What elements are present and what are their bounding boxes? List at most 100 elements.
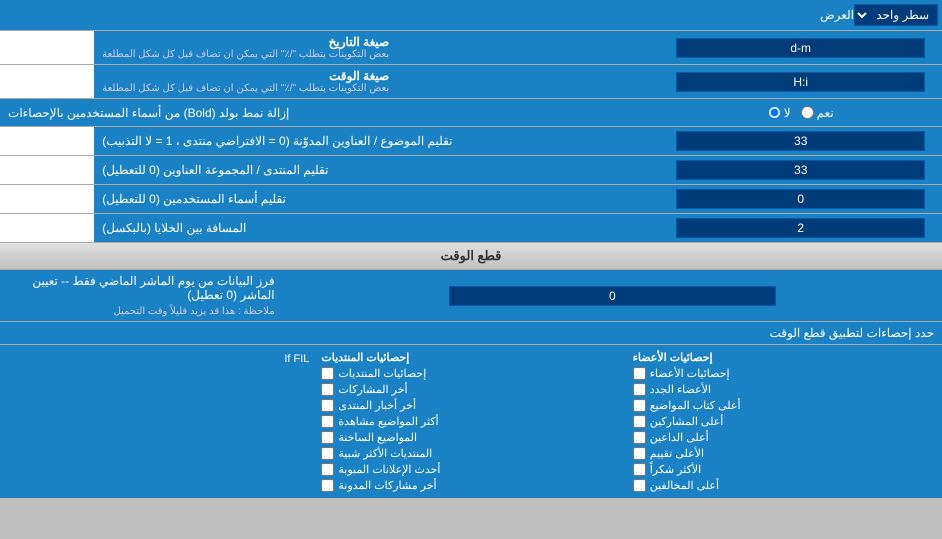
checkbox-item-top-posters[interactable]: أعلى كتاب المواضيع (633, 399, 932, 412)
checkbox-item-latest-classifieds[interactable]: أحدث الإعلانات المبوبة (321, 463, 620, 476)
checkbox-item-new-members[interactable]: الأعضاء الجدد (633, 383, 932, 396)
forum-titles-label: تقليم المنتدى / المجموعة العناوين (0 للت… (94, 156, 659, 184)
time-format-label-sub: بعض التكوينات يتطلب "/٪" التي يمكن ان تض… (102, 83, 389, 94)
top-bar: سطر واحد سطران ثلاثة أسطر العرض (0, 0, 942, 31)
checkbox-item-header-members: إحصائيات الأعضاء (633, 351, 932, 364)
time-format-label-cell: صيغة الوقت بعض التكوينات يتطلب "/٪" التي… (94, 65, 659, 98)
checkbox-item-most-similar[interactable]: المنتديات الأكثر شبية (321, 447, 620, 460)
if-fil-text: If FIL (10, 353, 309, 365)
date-format-label-main: صيغة التاريخ (102, 35, 389, 49)
checkbox-new-members[interactable] (633, 383, 646, 396)
cell-spacing-row: المسافة بين الخلايا (بالبكسل) (0, 214, 942, 243)
radio-no-input[interactable] (768, 106, 781, 119)
radio-option-yes[interactable]: نعم (801, 106, 834, 120)
fetch-main-text: فرز البيانات من يوم الماشر الماضي فقط --… (8, 274, 275, 302)
checkbox-label-last-posts: أخر المشاركات (338, 383, 407, 396)
checkbox-label-new-members: الأعضاء الجدد (650, 383, 711, 396)
forum-titles-input[interactable] (676, 160, 925, 180)
checkbox-most-thanked[interactable] (633, 463, 646, 476)
checkbox-forums-stats[interactable] (321, 367, 334, 380)
checkbox-item-header-forums: إحصائيات المنتديات (321, 351, 620, 364)
topic-titles-label: تقليم الموضوع / العناوين المدوّنة (0 = ا… (94, 127, 659, 155)
stats-header-row: حدد إحصاءات لتطبيق قطع الوقت (0, 322, 942, 345)
checkbox-item-forums-stats[interactable]: إحصائيات المنتديات (321, 367, 620, 380)
checkbox-col-members: إحصائيات الأعضاء إحصائيات الأعضاء الأعضا… (627, 349, 938, 494)
topic-titles-input-cell (659, 127, 942, 155)
user-names-input-cell (659, 185, 942, 213)
display-label: العرض (820, 8, 854, 22)
date-format-row: d-m صيغة التاريخ بعض التكوينات يتطلب "/٪… (0, 31, 942, 65)
display-select[interactable]: سطر واحد سطران ثلاثة أسطر (854, 4, 938, 26)
fetch-row: فرز البيانات من يوم الماشر الماضي فقط --… (0, 270, 942, 322)
checkbox-top-violators[interactable] (633, 479, 646, 492)
fetch-label-cell: فرز البيانات من يوم الماشر الماضي فقط --… (0, 270, 283, 321)
fetch-sub-text: ملاحظة : هذا قد يزيد قليلاً وقت التحميل (113, 306, 274, 317)
fetch-input[interactable] (449, 286, 776, 306)
radio-no-label: لا (784, 106, 791, 120)
checkbox-label-top-inviters: أعلى الداعين (650, 431, 709, 444)
checkbox-label-last-news: أخر أخبار المنتدى (338, 399, 416, 412)
date-format-input[interactable]: d-m (676, 38, 925, 58)
checkbox-label-top-posters: أعلى كتاب المواضيع (650, 399, 741, 412)
radio-yes-label: نعم (817, 106, 834, 120)
radio-input-cell: نعم لا (659, 103, 942, 123)
checkbox-last-news[interactable] (321, 399, 334, 412)
checkbox-col-forums: إحصائيات المنتديات إحصائيات المنتديات أخ… (315, 349, 626, 494)
user-names-row: تقليم أسماء المستخدمين (0 للتعطيل) (0, 185, 942, 214)
radio-yes-input[interactable] (801, 106, 814, 119)
checkbox-item-last-news[interactable]: أخر أخبار المنتدى (321, 399, 620, 412)
checkbox-top-participants[interactable] (633, 415, 646, 428)
checkbox-label-forums-stats: إحصائيات المنتديات (338, 367, 426, 380)
checkbox-most-viewed[interactable] (321, 415, 334, 428)
checkbox-item-hot-topics[interactable]: المواضيع الساخنة (321, 431, 620, 444)
user-names-label: تقليم أسماء المستخدمين (0 للتعطيل) (94, 185, 659, 213)
checkbox-last-blog-posts[interactable] (321, 479, 334, 492)
time-format-input-cell: H:i (659, 65, 942, 98)
checkbox-label-latest-classifieds: أحدث الإعلانات المبوبة (338, 463, 440, 476)
checkbox-top-inviters[interactable] (633, 431, 646, 444)
checkbox-item-top-participants[interactable]: أعلى المشاركين (633, 415, 932, 428)
checkbox-item-most-viewed[interactable]: أكثر المواضيع مشاهدة (321, 415, 620, 428)
forum-titles-input-cell (659, 156, 942, 184)
checkbox-item-last-posts[interactable]: أخر المشاركات (321, 383, 620, 396)
checkbox-label-top-violators: أعلى المخالفين (650, 479, 719, 492)
checkbox-col-extra: If FIL (4, 349, 315, 494)
checkbox-item-last-blog-posts[interactable]: أخر مشاركات المدونة (321, 479, 620, 492)
cell-spacing-label: المسافة بين الخلايا (بالبكسل) (94, 214, 659, 242)
user-names-input[interactable] (676, 189, 925, 209)
checkbox-item-top-rated[interactable]: الأعلى تقييم (633, 447, 932, 460)
checkbox-label-last-blog-posts: أخر مشاركات المدونة (338, 479, 436, 492)
date-format-label-sub: بعض التكوينات يتطلب "/٪" التي يمكن ان تض… (102, 49, 389, 60)
bold-radio-label: إزالة نمط بولد (Bold) من أسماء المستخدمي… (0, 102, 659, 124)
cell-spacing-input[interactable] (676, 218, 925, 238)
checkbox-top-posters[interactable] (633, 399, 646, 412)
checkbox-label-top-participants: أعلى المشاركين (650, 415, 724, 428)
checkbox-top-rated[interactable] (633, 447, 646, 460)
cell-spacing-input-cell (659, 214, 942, 242)
forum-titles-row: تقليم المنتدى / المجموعة العناوين (0 للت… (0, 156, 942, 185)
date-format-input-cell: d-m (659, 31, 942, 64)
main-container: سطر واحد سطران ثلاثة أسطر العرض d-m صيغة… (0, 0, 942, 498)
checkbox-members-stats[interactable] (633, 367, 646, 380)
checkbox-latest-classifieds[interactable] (321, 463, 334, 476)
time-format-row: H:i صيغة الوقت بعض التكوينات يتطلب "/٪" … (0, 65, 942, 99)
topic-titles-input[interactable] (676, 131, 925, 151)
fetch-input-cell (283, 270, 942, 321)
time-format-input[interactable]: H:i (676, 72, 925, 92)
time-format-label-main: صيغة الوقت (102, 69, 389, 83)
checkbox-item-top-violators[interactable]: أعلى المخالفين (633, 479, 932, 492)
topic-titles-row: تقليم الموضوع / العناوين المدوّنة (0 = ا… (0, 127, 942, 156)
checkbox-most-similar[interactable] (321, 447, 334, 460)
radio-option-no[interactable]: لا (768, 106, 791, 120)
checkbox-last-posts[interactable] (321, 383, 334, 396)
checkbox-item-members-stats[interactable]: إحصائيات الأعضاء (633, 367, 932, 380)
checkbox-col-forums-title: إحصائيات المنتديات (321, 351, 409, 364)
checkbox-hot-topics[interactable] (321, 431, 334, 444)
date-format-label-cell: صيغة التاريخ بعض التكوينات يتطلب "/٪" ال… (94, 31, 659, 64)
bold-radio-row: نعم لا إزالة نمط بولد (Bold) من أسماء ال… (0, 99, 942, 127)
checkbox-label-hot-topics: المواضيع الساخنة (338, 431, 417, 444)
checkbox-item-most-thanked[interactable]: الأكثر شكراً (633, 463, 932, 476)
stats-header-label: حدد إحصاءات لتطبيق قطع الوقت (656, 326, 934, 340)
checkbox-item-top-inviters[interactable]: أعلى الداعين (633, 431, 932, 444)
checkbox-label-most-viewed: أكثر المواضيع مشاهدة (338, 415, 438, 428)
